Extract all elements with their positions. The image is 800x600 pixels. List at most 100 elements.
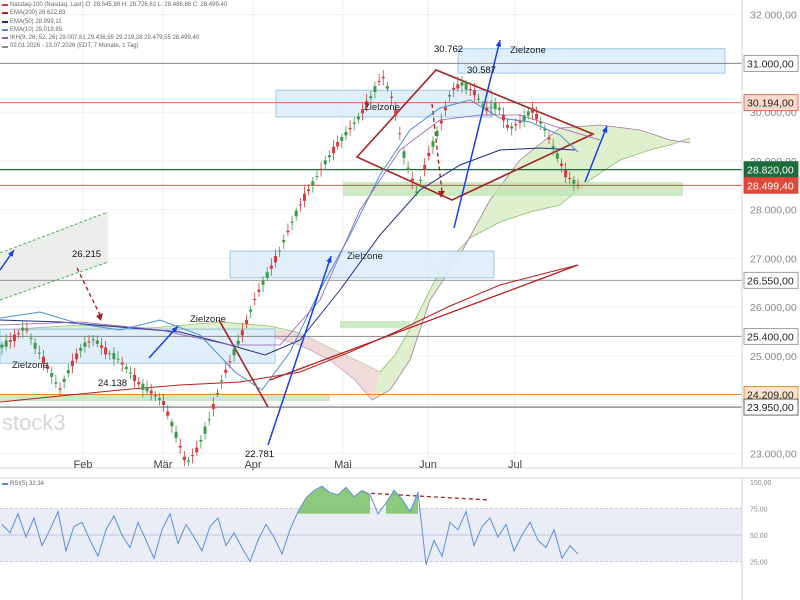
candle-body: [249, 309, 253, 312]
candle-body: [427, 152, 431, 157]
candle-body: [286, 230, 290, 233]
candle-body: [419, 179, 423, 181]
zone-label: Zielzone: [347, 251, 383, 262]
candle-body: [477, 98, 481, 100]
candle-body: [244, 320, 248, 324]
rsi-tick-label: 100,00: [750, 480, 772, 487]
candle-body: [133, 374, 137, 382]
candle-body: [352, 122, 356, 124]
candle-body: [153, 395, 157, 397]
candle-body: [191, 455, 195, 457]
candle-body: [116, 358, 120, 360]
candle-body: [555, 153, 559, 159]
candle-body: [448, 94, 452, 97]
candle-body: [344, 132, 348, 136]
candle-body: [518, 121, 522, 123]
price-annotation: 30.587: [467, 65, 496, 76]
candle-body: [564, 170, 568, 178]
candle-body: [141, 383, 145, 390]
legend-text: 02.01.2026 - 23.07.2026 (EDT, 7 Monate, …: [10, 43, 139, 50]
candle-body: [170, 421, 174, 427]
candle-body: [522, 115, 526, 121]
legend-swatch: [2, 20, 8, 23]
candle-body: [572, 179, 576, 184]
candle-body: [336, 141, 340, 147]
legend-swatch: [2, 37, 8, 40]
level-price-label: 26.550,00: [747, 275, 794, 287]
month-label: Mai: [334, 459, 352, 471]
candle-body: [410, 178, 414, 182]
price-tick-label: 26.000,00: [750, 302, 797, 314]
candle-body: [157, 398, 161, 400]
price-axis: 23.000,0024.000,0025.000,0026.000,0027.0…: [741, 0, 800, 468]
candle-body: [493, 102, 497, 110]
legend-text: IKH(9, 26, 52, 26) 29.007,61 29.436,95 2…: [10, 35, 200, 42]
candle-body: [0, 344, 4, 348]
legend-row: IKH(9, 26, 52, 26) 29.007,61 29.436,95 2…: [2, 34, 227, 42]
candle-body: [220, 380, 224, 382]
legend-text: EMA(50) 28.999,11: [10, 18, 62, 25]
candle-body: [124, 366, 128, 370]
candle-body: [145, 387, 149, 392]
chart-canvas: 30.76230.58726.21524.13822.781ZielzoneZi…: [0, 0, 800, 600]
legend-row: Nasdaq-100 (Nasdaq, Last) O: 28.545,98 H…: [2, 1, 227, 9]
candle-body: [269, 265, 273, 269]
candle-body: [17, 333, 21, 335]
candle-body: [62, 378, 66, 383]
candle-body: [58, 388, 62, 390]
price-annotation: 30.762: [434, 44, 463, 55]
candle-body: [381, 76, 385, 79]
zone-label: Zielzone: [190, 314, 226, 325]
candle-body: [323, 160, 327, 165]
candle-body: [120, 362, 124, 365]
candle-body: [253, 299, 257, 301]
month-label: Jul: [508, 459, 522, 471]
candle-body: [539, 121, 543, 124]
legend-text: EMA(200) 26.622,83: [10, 10, 66, 17]
candle-body: [174, 431, 178, 439]
candle-body: [70, 360, 74, 367]
candle-body: [178, 445, 182, 448]
candle-body: [257, 289, 261, 292]
candle-body: [576, 185, 580, 187]
candle-body: [468, 89, 472, 91]
month-label: Apr: [244, 459, 261, 471]
price-annotation: 26.215: [72, 249, 101, 260]
candle-body: [530, 108, 534, 113]
candle-body: [298, 204, 302, 206]
candle-body: [54, 382, 58, 384]
target-zone: [457, 48, 726, 74]
candle-body: [37, 352, 41, 354]
candle-body: [423, 164, 427, 170]
candle-body: [25, 329, 29, 331]
candle-body: [369, 96, 373, 99]
level-price-label: 28.820,00: [747, 165, 794, 177]
rsi-overbought-fill: [330, 492, 338, 514]
candle-body: [8, 339, 12, 342]
legend-row: EMA(50) 28.999,11: [2, 18, 227, 26]
candle-body: [402, 151, 406, 158]
candle-body: [21, 327, 25, 331]
candle-body: [203, 426, 207, 434]
candle-body: [108, 353, 112, 355]
candle-body: [182, 456, 186, 461]
candle-body: [547, 137, 551, 140]
candle-body: [261, 280, 265, 285]
rsi-legend: RSI(5) 32,34: [2, 481, 44, 487]
candle-body: [307, 189, 311, 192]
rsi-tick-label: 25,00: [750, 560, 768, 567]
support-zone: [343, 182, 683, 196]
legend-swatch: [2, 45, 8, 48]
candle-body: [501, 114, 505, 121]
candle-body: [414, 191, 418, 193]
candle-body: [215, 393, 219, 395]
candle-body: [83, 342, 87, 347]
candle-body: [526, 111, 530, 116]
candle-body: [348, 127, 352, 130]
month-label: Mär: [154, 459, 173, 471]
rsi-legend-text: RSI(5) 32,34: [10, 481, 45, 487]
candle-body: [207, 419, 211, 421]
candle-body: [535, 113, 539, 120]
candle-body: [236, 340, 240, 345]
candle-body: [340, 137, 344, 141]
